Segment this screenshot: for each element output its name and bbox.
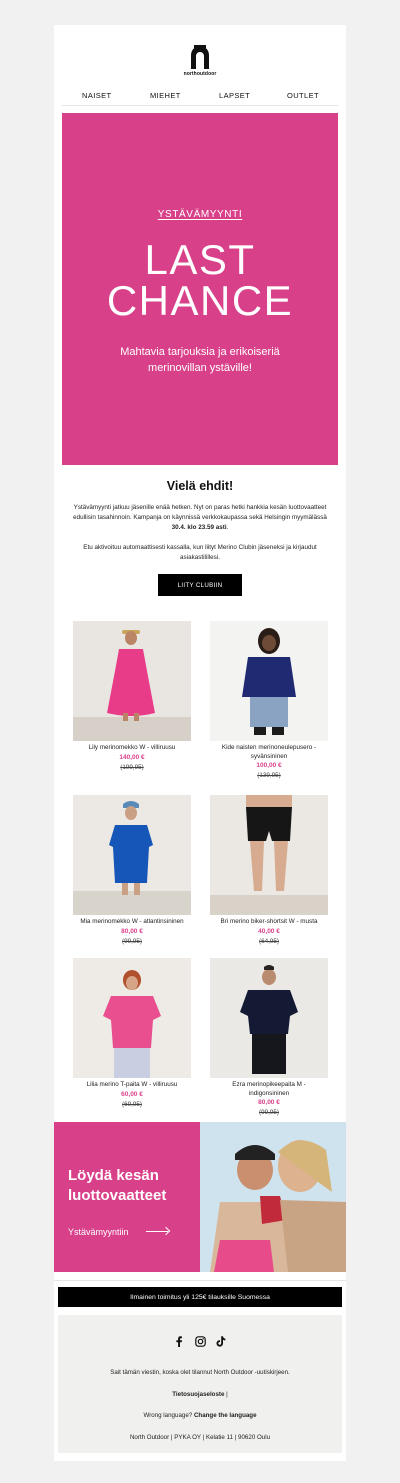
campaign-deadline: 30.4. klo 23.59 asti <box>171 524 227 531</box>
intro-paragraph-1-end: . <box>226 524 229 531</box>
product-card[interactable]: Mia merinomekko W - atlantinsininen 80,0… <box>73 795 191 946</box>
product-old-price: (69,95) <box>122 1100 142 1108</box>
product-card[interactable]: Lily merinomekko W - villiruusu 140,00 €… <box>73 621 191 772</box>
footer-privacy-row: Tietosuojaseloste | <box>58 1391 342 1398</box>
product-old-price: (99,95) <box>259 1109 279 1116</box>
product-image[interactable] <box>210 621 328 741</box>
language-prompt: Wrong language? <box>143 1412 193 1419</box>
email-footer: Sait tämän viestin, koska olet tilannut … <box>58 1315 342 1453</box>
nav-item-outlet[interactable]: OUTLET <box>287 91 319 100</box>
change-language-link[interactable]: Change the language <box>194 1412 257 1419</box>
email-header: northoutdoor NAISET MIEHET LAPSET OUTLET <box>54 25 346 109</box>
hero-subtitle: Mahtavia tarjouksia ja erikoiseriä merin… <box>120 346 280 374</box>
nav-item-lapset[interactable]: LAPSET <box>219 91 250 100</box>
product-price: 100,00 € <box>256 762 282 769</box>
facebook-icon[interactable] <box>173 1335 185 1347</box>
logo-wordmark: northoutdoor <box>183 71 217 77</box>
product-old-price: (139,95) <box>257 772 281 779</box>
nav-item-miehet[interactable]: MIEHET <box>150 91 181 100</box>
product-price: 60,00 € <box>121 1090 143 1098</box>
intro-paragraph-1-text: Ystävämyynti jatkuu jäsenille enää hetke… <box>73 504 327 521</box>
intro-paragraph-1: Ystävämyynti jatkuu jäsenille enää hetke… <box>68 503 332 533</box>
arrow-right-icon <box>146 1231 168 1232</box>
promo-link[interactable]: Ystävämyyntiin <box>68 1227 129 1237</box>
product-image[interactable] <box>73 795 191 915</box>
footer-language-row: Wrong language? Change the language <box>58 1412 342 1419</box>
hero-banner[interactable]: YSTÄVÄMYYNTI LAST CHANCE Mahtavia tarjou… <box>62 113 338 465</box>
hero-title: LAST CHANCE <box>62 236 338 324</box>
product-old-price: (99,95) <box>122 937 142 945</box>
social-links <box>58 1335 342 1347</box>
product-old-price: (199,95) <box>120 763 144 771</box>
main-nav: NAISET MIEHET LAPSET OUTLET <box>54 91 346 103</box>
footer-address: North Outdoor | PYKA OY | Kelatie 11 | 9… <box>129 1434 271 1441</box>
promo-title: Löydä kesän luottovaatteet <box>68 1167 167 1204</box>
product-price: 80,00 € <box>121 927 143 935</box>
product-name[interactable]: Lilia merino T-paita W - villiruusu <box>73 1081 191 1090</box>
nav-item-naiset[interactable]: NAISET <box>82 91 112 100</box>
hero-kicker[interactable]: YSTÄVÄMYYNTI <box>62 209 338 220</box>
product-name[interactable]: Mia merinomekko W - atlantinsininen <box>73 918 191 927</box>
product-old-price: (64,95) <box>259 937 279 945</box>
product-card[interactable]: Kide naisten merinoneulepusero - syvänsi… <box>210 621 328 780</box>
product-price: 40,00 € <box>258 927 280 935</box>
product-image[interactable] <box>210 958 328 1078</box>
product-image[interactable] <box>73 958 191 1078</box>
footer-reason: Sait tämän viestin, koska olet tilannut … <box>110 1369 290 1376</box>
promo-banner[interactable]: Löydä kesän luottovaatteet Ystävämyyntii… <box>54 1122 346 1272</box>
nav-divider <box>62 105 338 106</box>
product-name[interactable]: Bri merino biker-shortsit W - musta <box>210 918 328 927</box>
promo-image[interactable] <box>200 1122 346 1272</box>
product-price: 140,00 € <box>119 753 145 761</box>
join-club-button[interactable]: LIITY CLUBIIN <box>158 574 242 596</box>
hero-title-line1: LAST <box>144 236 256 283</box>
intro-title: Vielä ehdit! <box>166 479 234 493</box>
product-name[interactable]: Ezra merinopikeepaita M - indigonsininen <box>210 1081 328 1098</box>
brand-logo[interactable]: northoutdoor <box>176 45 224 85</box>
product-name[interactable]: Lily merinomekko W - villiruusu <box>73 744 191 753</box>
divider <box>54 1280 346 1281</box>
product-price: 80,00 € <box>258 1099 280 1106</box>
footer-separator: | <box>226 1391 228 1398</box>
product-image[interactable] <box>73 621 191 741</box>
product-name[interactable]: Kide naisten merinoneulepusero - syvänsi… <box>210 744 328 761</box>
tiktok-icon[interactable] <box>215 1335 227 1347</box>
product-card[interactable]: Ezra merinopikeepaita M - indigonsininen… <box>210 958 328 1117</box>
privacy-policy-link[interactable]: Tietosuojaseloste <box>172 1391 224 1398</box>
intro-paragraph-2: Etu aktivoituu automaattisesti kassalla,… <box>83 544 317 561</box>
product-image[interactable] <box>210 795 328 915</box>
product-card[interactable]: Bri merino biker-shortsit W - musta 40,0… <box>210 795 328 946</box>
product-card[interactable]: Lilia merino T-paita W - villiruusu 60,0… <box>73 958 191 1109</box>
free-shipping-bar: Ilmainen toimitus yli 125€ tilauksille S… <box>58 1287 342 1307</box>
instagram-icon[interactable] <box>194 1335 206 1347</box>
email-container: northoutdoor NAISET MIEHET LAPSET OUTLET… <box>54 25 346 1461</box>
logo-icon <box>191 45 209 69</box>
hero-title-line2: CHANCE <box>106 277 294 324</box>
